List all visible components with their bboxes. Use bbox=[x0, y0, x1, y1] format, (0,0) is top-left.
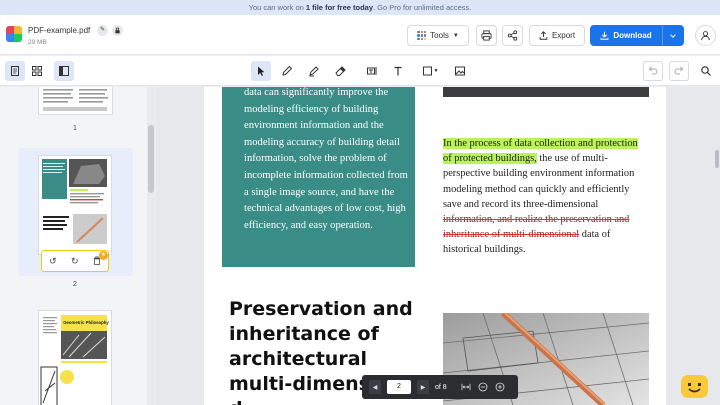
help-assistant-button[interactable] bbox=[681, 375, 708, 398]
cursor-icon bbox=[258, 66, 265, 76]
page-number-label: 2 bbox=[73, 281, 77, 288]
pen-tool-button[interactable] bbox=[277, 61, 297, 81]
thumbnail-page-3-title: Geometric Philosophy bbox=[63, 320, 109, 325]
sidebar-icon bbox=[59, 66, 69, 76]
download-icon bbox=[600, 31, 609, 40]
rotate-left-icon[interactable]: ↺ bbox=[49, 256, 57, 267]
single-page-view-button[interactable] bbox=[5, 61, 25, 81]
star-icon: ★ bbox=[99, 251, 108, 260]
search-icon bbox=[701, 66, 711, 76]
page-number-input[interactable]: 2 bbox=[387, 380, 411, 394]
thumbnail-content bbox=[40, 314, 107, 405]
export-label: Export bbox=[551, 31, 576, 40]
printer-icon bbox=[481, 30, 492, 41]
promo-text-end: . Go Pro for unlimited access. bbox=[373, 3, 472, 12]
text-edit-icon bbox=[367, 67, 377, 75]
thumbnail-content bbox=[43, 89, 108, 111]
thumbnail-page-2 bbox=[39, 156, 111, 254]
assistant-face-icon bbox=[688, 383, 701, 393]
photo-top bbox=[443, 87, 649, 97]
text-edit-tool-button[interactable] bbox=[362, 61, 382, 81]
text-icon bbox=[394, 66, 402, 76]
export-button[interactable]: Export bbox=[529, 25, 585, 46]
promo-banner: You can work on 1 file for free today. G… bbox=[0, 0, 720, 15]
tools-button[interactable]: Tools ▼ bbox=[407, 25, 469, 46]
download-label: Download bbox=[613, 31, 652, 40]
text-tool-button[interactable] bbox=[388, 61, 408, 81]
print-button[interactable] bbox=[476, 25, 497, 46]
header: PDF-example.pdf 29 MB ✎ Tools ▼ Export D… bbox=[0, 15, 720, 55]
grid-icon bbox=[32, 66, 42, 76]
undo-button[interactable] bbox=[643, 61, 663, 81]
image-icon bbox=[455, 66, 465, 76]
pen-icon bbox=[282, 65, 293, 76]
thumbnail-content bbox=[42, 159, 107, 244]
search-button[interactable] bbox=[696, 61, 716, 81]
share-icon bbox=[507, 30, 518, 41]
redo-button[interactable] bbox=[669, 61, 689, 81]
app-logo-icon bbox=[6, 26, 22, 42]
page-count-label: of 8 bbox=[435, 383, 447, 391]
redo-icon bbox=[674, 66, 684, 75]
chevron-down-icon bbox=[670, 33, 676, 38]
tools-grid-icon bbox=[417, 31, 427, 40]
zoom-in-icon[interactable] bbox=[495, 382, 506, 393]
rename-pencil-icon[interactable]: ✎ bbox=[97, 25, 108, 36]
square-shape-icon bbox=[422, 66, 432, 76]
thumbnail-page-1 bbox=[39, 87, 112, 114]
highlighter-icon bbox=[309, 66, 319, 77]
page-thumbnails-sidebar: 1 ↺ ↻ ★ 2 Geometric Philosophy bbox=[0, 87, 155, 405]
select-tool-button[interactable] bbox=[251, 61, 271, 81]
eraser-icon bbox=[335, 66, 346, 76]
fit-width-icon[interactable] bbox=[461, 382, 472, 393]
promo-highlight: 1 file for free today bbox=[305, 3, 373, 12]
thumbnail-page-3 bbox=[39, 311, 111, 405]
eraser-tool-button[interactable] bbox=[330, 61, 350, 81]
promo-text: You can work on bbox=[248, 3, 306, 12]
teal-paragraph: data can significantly improve the model… bbox=[244, 87, 408, 231]
thumbnail-card-page-1[interactable] bbox=[18, 87, 133, 120]
document-scrollbar[interactable] bbox=[715, 150, 719, 168]
page-number-label: 1 bbox=[73, 125, 77, 132]
image-tool-button[interactable] bbox=[450, 61, 470, 81]
shape-tool-button[interactable]: ▼ bbox=[417, 61, 443, 81]
export-icon bbox=[539, 31, 548, 40]
caret-down-icon: ▼ bbox=[452, 32, 459, 39]
grid-view-button[interactable] bbox=[27, 61, 47, 81]
next-page-button[interactable]: ▶ bbox=[417, 380, 429, 394]
rotate-right-icon[interactable]: ↻ bbox=[71, 256, 79, 267]
download-options-button[interactable] bbox=[662, 25, 684, 46]
file-name: PDF-example.pdf bbox=[28, 26, 91, 35]
sidebar-scroll-thumb[interactable] bbox=[148, 125, 154, 193]
user-icon bbox=[701, 31, 710, 41]
download-button[interactable]: Download bbox=[590, 25, 662, 46]
annotated-paragraph: In the process of data collection and pr… bbox=[443, 136, 643, 258]
pdf-page: data can significantly improve the model… bbox=[204, 87, 666, 405]
highlighter-tool-button[interactable] bbox=[304, 61, 324, 81]
account-button[interactable] bbox=[695, 25, 716, 46]
tools-label: Tools bbox=[430, 31, 449, 40]
previous-page-button[interactable]: ◀ bbox=[369, 380, 381, 394]
lock-icon[interactable] bbox=[112, 25, 123, 36]
zoom-out-icon[interactable] bbox=[478, 382, 489, 393]
document-viewport: data can significantly improve the model… bbox=[156, 87, 720, 405]
page-navigation: ◀ 2 ▶ of 8 bbox=[362, 375, 518, 399]
toolbar: ▼ bbox=[0, 56, 720, 86]
page-view-icon bbox=[11, 66, 19, 76]
share-button[interactable] bbox=[502, 25, 523, 46]
sidebar-toggle-button[interactable] bbox=[54, 61, 74, 81]
file-size: 29 MB bbox=[28, 39, 47, 46]
undo-icon bbox=[648, 66, 658, 75]
shape-caret-icon: ▼ bbox=[433, 68, 439, 74]
